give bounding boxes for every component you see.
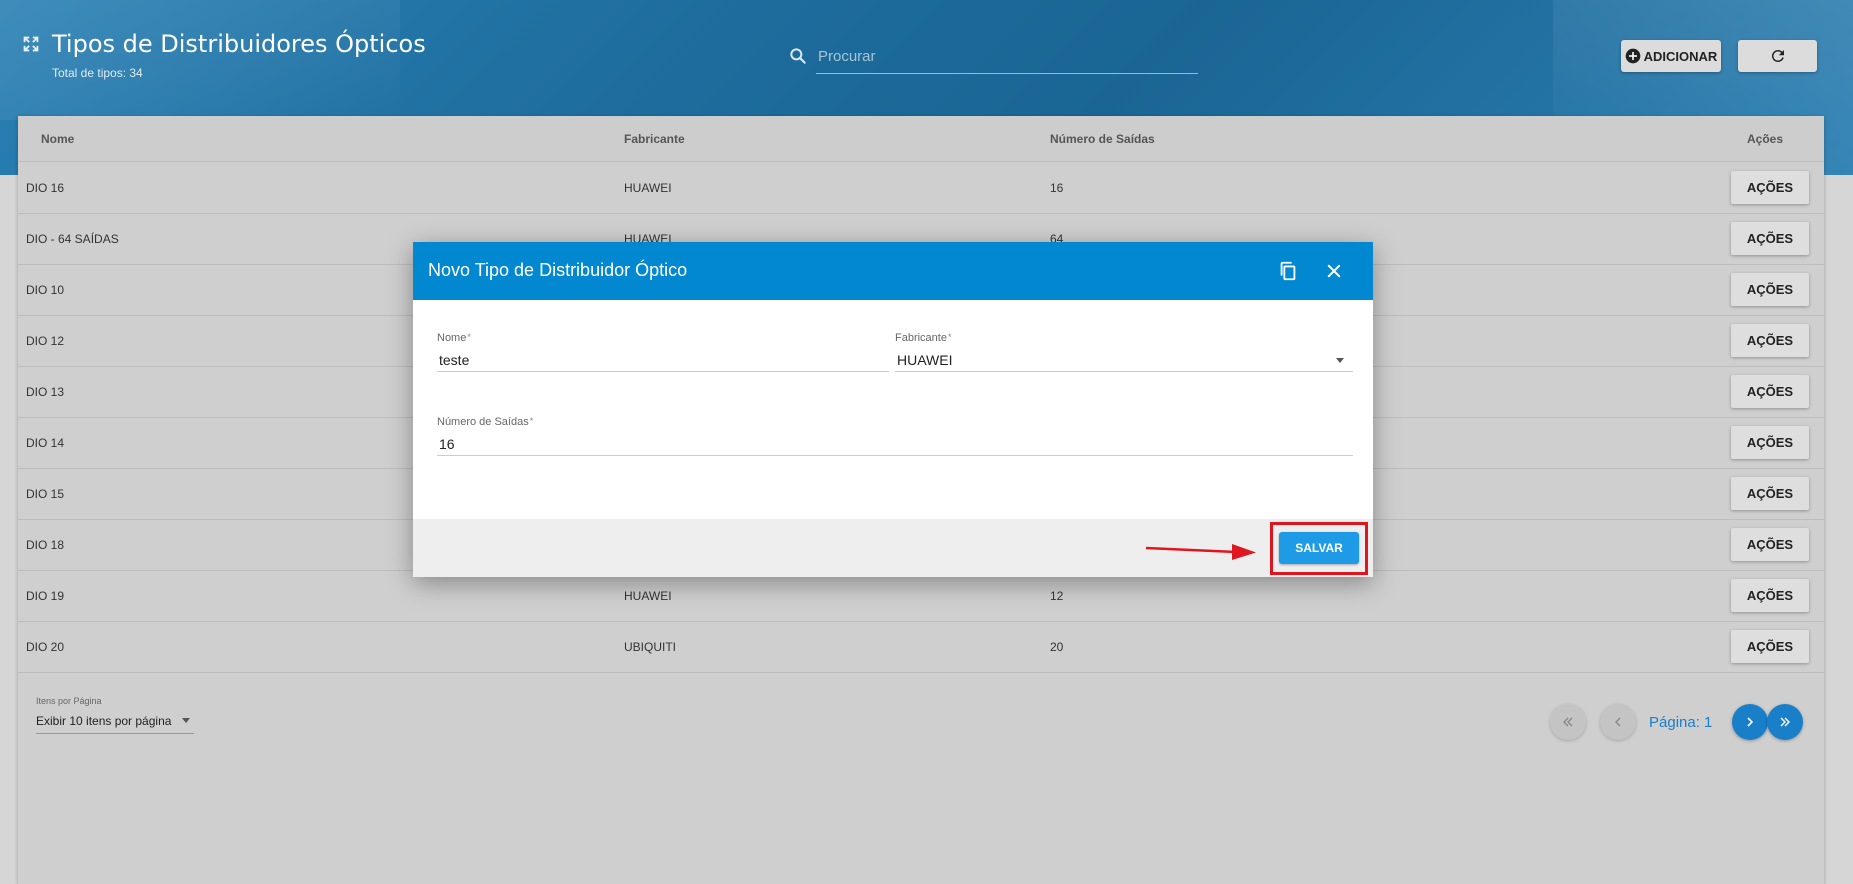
saidas-input[interactable] bbox=[437, 432, 1353, 456]
fabricante-label-text: Fabricante bbox=[895, 332, 947, 344]
copy-icon[interactable] bbox=[1277, 260, 1299, 282]
fabricante-select[interactable]: HUAWEI bbox=[895, 348, 1353, 372]
fabricante-value: HUAWEI bbox=[897, 352, 953, 368]
nome-label-text: Nome bbox=[437, 332, 467, 344]
saidas-field-label: Número de Saídas* bbox=[437, 416, 533, 428]
annotation-highlight-box bbox=[1270, 522, 1368, 575]
annotation-arrow-icon bbox=[1145, 544, 1256, 560]
required-mark: * bbox=[947, 332, 952, 342]
close-icon[interactable] bbox=[1325, 262, 1343, 280]
dialog-title: Novo Tipo de Distribuidor Óptico bbox=[428, 260, 688, 280]
required-mark: * bbox=[529, 416, 534, 426]
chevron-down-icon bbox=[1336, 358, 1344, 363]
required-mark: * bbox=[467, 332, 471, 342]
nome-field-label: Nome* bbox=[437, 332, 471, 344]
fabricante-field-label: Fabricante* bbox=[895, 332, 952, 344]
dialog-header: Novo Tipo de Distribuidor Óptico bbox=[413, 242, 1373, 300]
saidas-label-text: Número de Saídas bbox=[437, 416, 529, 428]
new-dio-type-dialog: Novo Tipo de Distribuidor Óptico Nome* F… bbox=[413, 242, 1373, 577]
nome-input[interactable] bbox=[437, 348, 889, 372]
